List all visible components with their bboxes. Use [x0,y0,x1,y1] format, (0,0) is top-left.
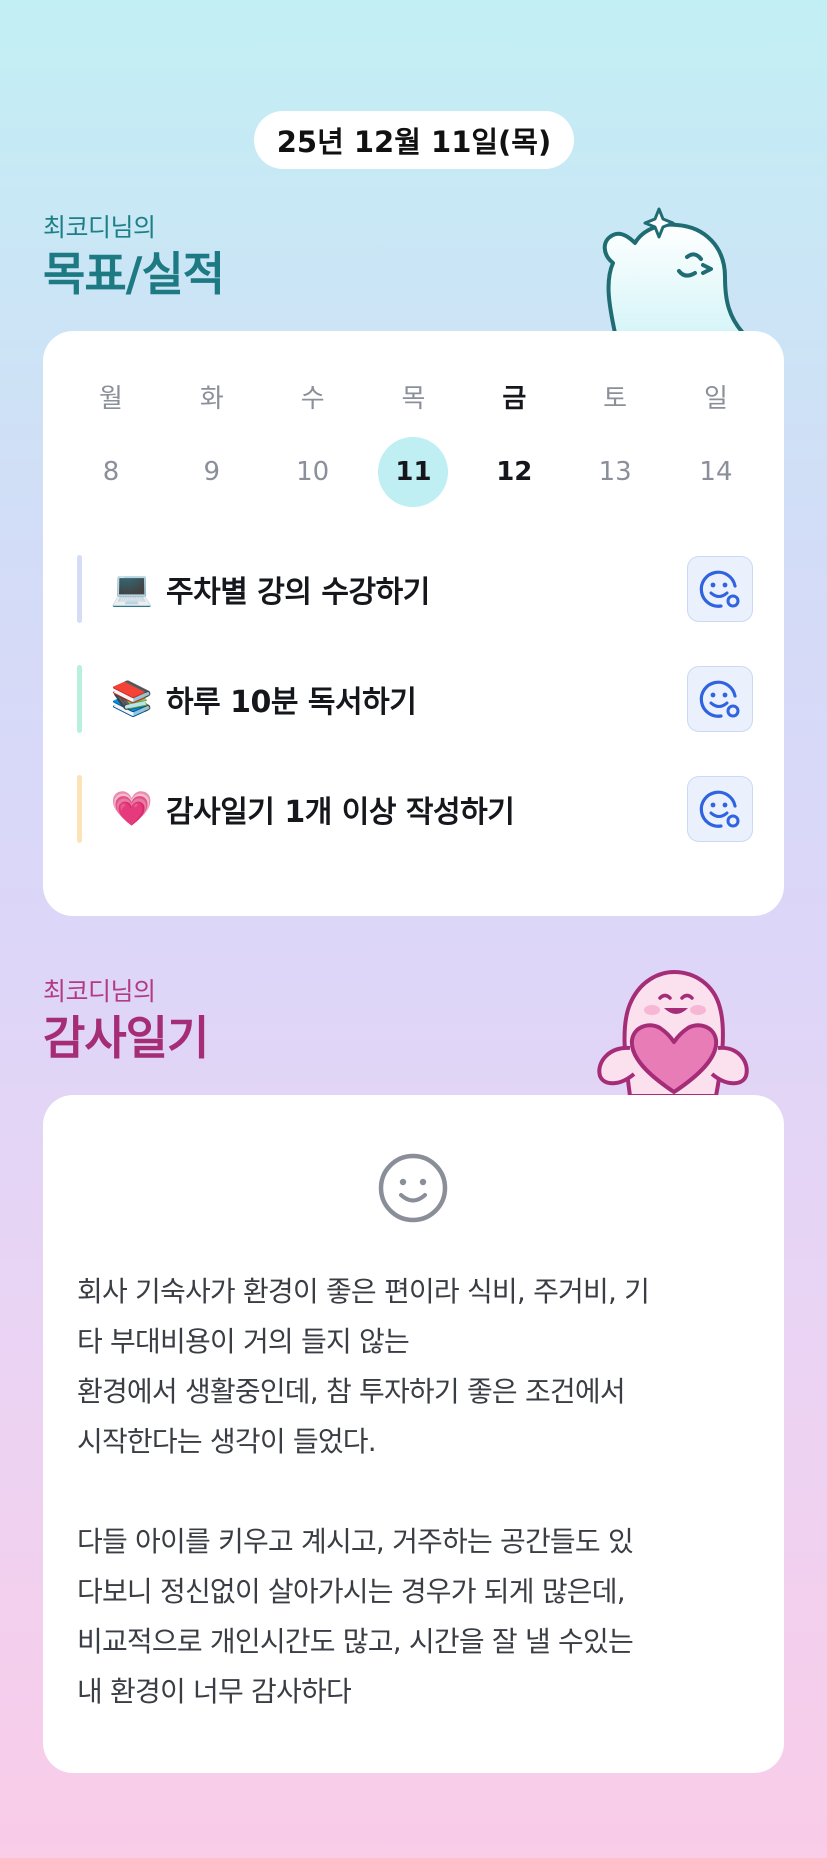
date-pill[interactable]: 25년 12월 11일(목) [254,111,574,169]
heart-mascot-icon [597,970,749,1096]
weekday-sun: 일 [704,383,728,414]
date-14[interactable]: 14 [681,437,751,507]
pink-heart-icon: 💗 [110,789,154,829]
weekday-names-row: 월 화 수 목 금 토 일 [43,361,784,431]
goal-check-button[interactable] [687,776,753,842]
date-9[interactable]: 9 [177,437,247,507]
goal-check-button[interactable] [687,666,753,732]
date-12[interactable]: 12 [479,437,549,507]
goals-card: 월 화 수 목 금 토 일 8 9 10 11 12 13 14 💻 주차별 강… [43,331,784,916]
laptop-icon: 💻 [110,569,154,609]
goal-color-bar [77,775,82,843]
date-8[interactable]: 8 [76,437,146,507]
smile-check-icon [699,680,740,718]
books-icon: 📚 [110,679,154,719]
goal-label: 하루 10분 독서하기 [166,685,417,720]
goal-label: 감사일기 1개 이상 작성하기 [166,795,515,830]
goal-check-button[interactable] [687,556,753,622]
goal-item: 📚 하루 10분 독서하기 [77,665,753,733]
goal-color-bar [77,555,82,623]
weekday-fri: 금 [502,383,527,414]
smile-check-icon [699,790,740,828]
goal-item: 💻 주차별 강의 수강하기 [77,555,753,623]
goal-color-bar [77,665,82,733]
goals-section-title: 목표/실적 [43,247,225,301]
weekday-tue: 화 [199,383,224,414]
date-13[interactable]: 13 [580,437,650,507]
weekday-sat: 토 [603,383,628,414]
weekday-mon: 월 [99,383,123,414]
date-label: 25년 12월 11일(목) [276,125,552,159]
date-10[interactable]: 10 [278,437,348,507]
smile-check-icon [699,570,740,608]
goal-item: 💗 감사일기 1개 이상 작성하기 [77,775,753,843]
date-11-selected[interactable]: 11 [378,437,449,507]
date-numbers-row: 8 9 10 11 12 13 14 [43,437,784,507]
ghost-mascot-icon [602,207,745,333]
gratitude-entry-text: 회사 기숙사가 환경이 좋은 편이라 식비, 주거비, 기 타 부대비용이 거의… [77,1275,650,1708]
gratitude-card: 회사 기숙사가 환경이 좋은 편이라 식비, 주거비, 기 타 부대비용이 거의… [43,1095,784,1773]
goal-label: 주차별 강의 수강하기 [166,575,430,610]
smile-icon[interactable] [376,1151,450,1225]
gratitude-section-title: 감사일기 [43,1011,209,1065]
weekday-thu: 목 [401,383,426,414]
weekday-wed: 수 [300,383,325,414]
